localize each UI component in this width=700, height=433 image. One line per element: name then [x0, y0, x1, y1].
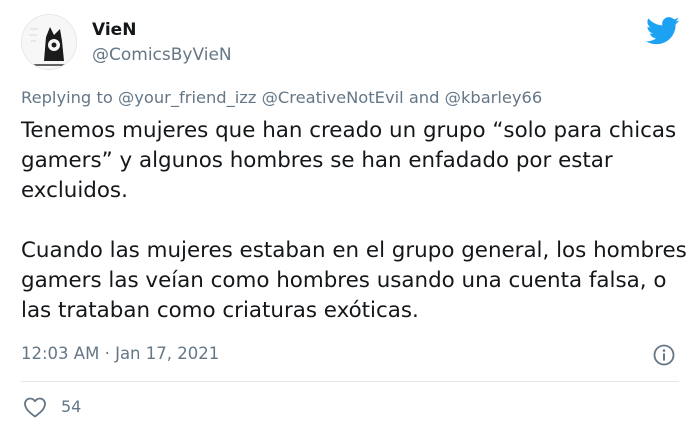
conjunction-text: and	[408, 88, 440, 107]
timestamp-separator: ·	[104, 344, 110, 363]
avatar-image	[22, 15, 76, 69]
tweet-text: Tenemos mujeres que han creado un grupo …	[21, 116, 691, 326]
mention-link[interactable]: @kbarley66	[445, 88, 543, 107]
replying-to-label: Replying to	[21, 88, 113, 107]
author-handle[interactable]: @ComicsByVieN	[92, 45, 232, 65]
tweet-date: Jan 17, 2021	[115, 344, 220, 363]
mention-link[interactable]: @your_friend_izz	[118, 88, 256, 107]
author-display-name[interactable]: VieN	[92, 20, 136, 40]
tweet-paragraph: Cuando las mujeres estaban en el grupo g…	[21, 238, 687, 323]
tweet-paragraph: Tenemos mujeres que han creado un grupo …	[21, 118, 677, 203]
divider	[21, 381, 679, 382]
tweet-timestamp[interactable]: 12:03 AM · Jan 17, 2021	[21, 344, 219, 363]
mention-link[interactable]: @CreativeNotEvil	[262, 88, 404, 107]
heart-icon[interactable]	[23, 396, 47, 418]
twitter-bird-icon[interactable]	[646, 17, 680, 45]
info-icon[interactable]	[652, 343, 676, 367]
tweet-time: 12:03 AM	[21, 344, 100, 363]
avatar[interactable]	[21, 14, 77, 70]
replying-to-line: Replying to @your_friend_izz @CreativeNo…	[21, 88, 542, 107]
like-count[interactable]: 54	[61, 397, 81, 416]
